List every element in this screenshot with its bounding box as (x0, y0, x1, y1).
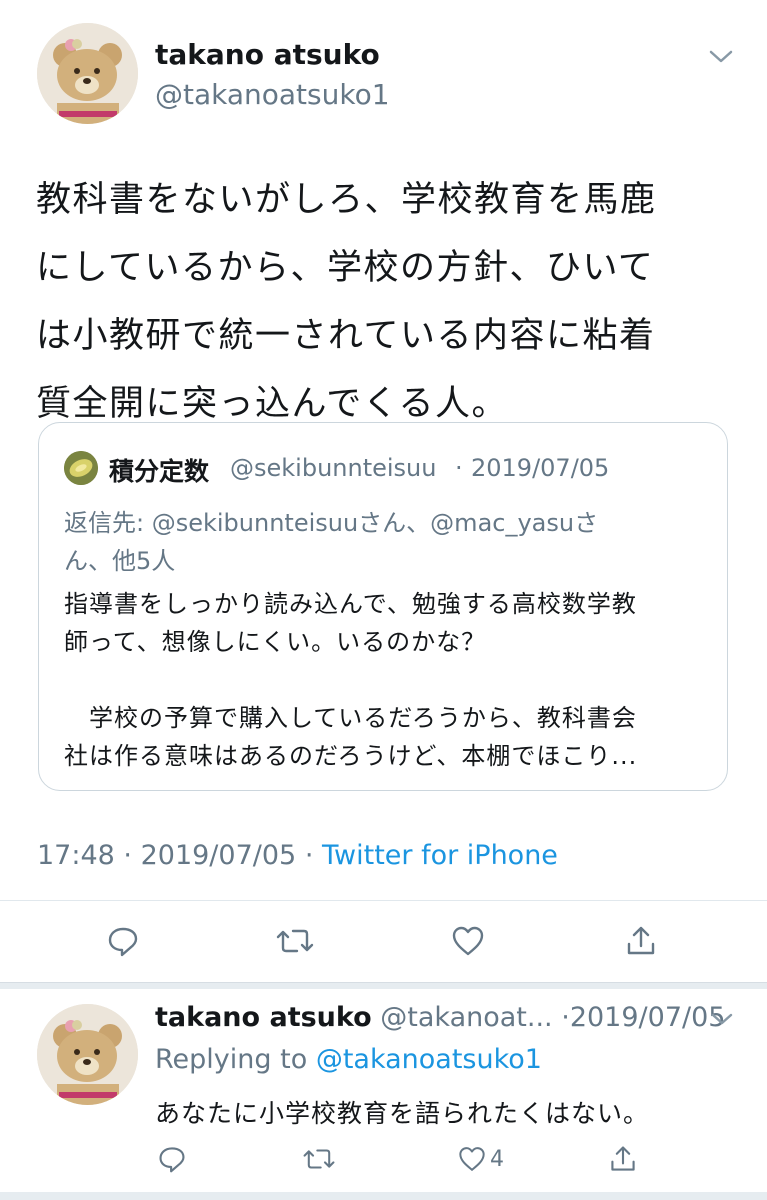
author-name[interactable]: takano atsuko (155, 38, 380, 71)
reply-author-handle[interactable]: @takanoat... (380, 1002, 552, 1033)
quoted-author-name: 積分定数 (109, 457, 210, 486)
quoted-tweet-card[interactable]: 積分定数 @sekibunnteisuu · 2019/07/05 返信先: @… (38, 422, 728, 791)
meta-separator-2: · (304, 840, 314, 871)
share-icon (627, 926, 655, 955)
retweet-icon (276, 929, 314, 953)
tweet-meta: 17:48 · 2019/07/05 · Twitter for iPhone (37, 840, 558, 871)
chevron-down-icon[interactable] (706, 44, 736, 68)
teddy-bear-avatar-icon (37, 1004, 138, 1105)
quoted-separator: · (455, 454, 463, 482)
quoted-tweet-text: 指導書をしっかり読み込んで、勉強する高校数学教 師って、想像しにくい。いるのかな… (64, 590, 638, 770)
avatar[interactable] (37, 23, 138, 124)
retweet-button[interactable] (297, 1137, 341, 1181)
meta-separator: · (123, 840, 132, 871)
tweet-source-link[interactable]: Twitter for iPhone (322, 840, 558, 871)
like-button[interactable] (446, 919, 490, 963)
replying-to: Replying to @takanoatsuko1 (155, 1044, 542, 1075)
quoted-author-handle: @sekibunnteisuu (230, 454, 437, 482)
tweet-date: 2019/07/05 (140, 840, 297, 871)
divider (0, 900, 767, 901)
share-button[interactable] (619, 919, 663, 963)
tweet-text: 教科書をないがしろ、学校教育を馬鹿 にしているから、学校の方針、ひいて は小教研… (36, 180, 657, 424)
quoted-avatar (64, 451, 98, 485)
replying-to-handle[interactable]: @takanoatsuko1 (316, 1044, 542, 1075)
section-divider (0, 982, 767, 989)
quoted-reply-to-line-1: 返信先: @sekibunnteisuuさん、@mac_yasuさ (64, 509, 599, 537)
reply-button[interactable] (101, 919, 145, 963)
retweet-icon (303, 1149, 335, 1169)
reply-header: takano atsuko @takanoat... ·2019/07/05 (155, 1002, 725, 1033)
reply-button[interactable] (150, 1137, 194, 1181)
melon-avatar-icon (64, 451, 98, 485)
reply-separator: · (561, 1002, 570, 1033)
quoted-date: 2019/07/05 (471, 454, 610, 482)
like-count: 4 (490, 1147, 504, 1172)
heart-icon (452, 926, 484, 956)
reply-icon (159, 1147, 185, 1173)
reply-tweet-text: あなたに小学校教育を語られたくはない。 (155, 1099, 650, 1128)
like-button[interactable] (450, 1137, 494, 1181)
replying-to-label: Replying to (155, 1044, 308, 1075)
reply-icon (108, 927, 138, 957)
heart-icon (459, 1147, 485, 1171)
teddy-bear-avatar-icon (37, 23, 138, 124)
tweet-time: 17:48 (37, 840, 115, 871)
reply-author-name[interactable]: takano atsuko (155, 1002, 372, 1033)
quoted-reply-to-line-2: ん、他5人 (64, 547, 176, 575)
retweet-button[interactable] (273, 919, 317, 963)
reply-avatar[interactable] (37, 1004, 138, 1105)
chevron-down-icon[interactable] (708, 1008, 736, 1030)
author-handle[interactable]: @takanoatsuko1 (155, 78, 390, 111)
share-button[interactable] (601, 1137, 645, 1181)
share-icon (611, 1146, 635, 1171)
bottom-divider (0, 1192, 767, 1200)
reply-date: 2019/07/05 (569, 1002, 726, 1033)
